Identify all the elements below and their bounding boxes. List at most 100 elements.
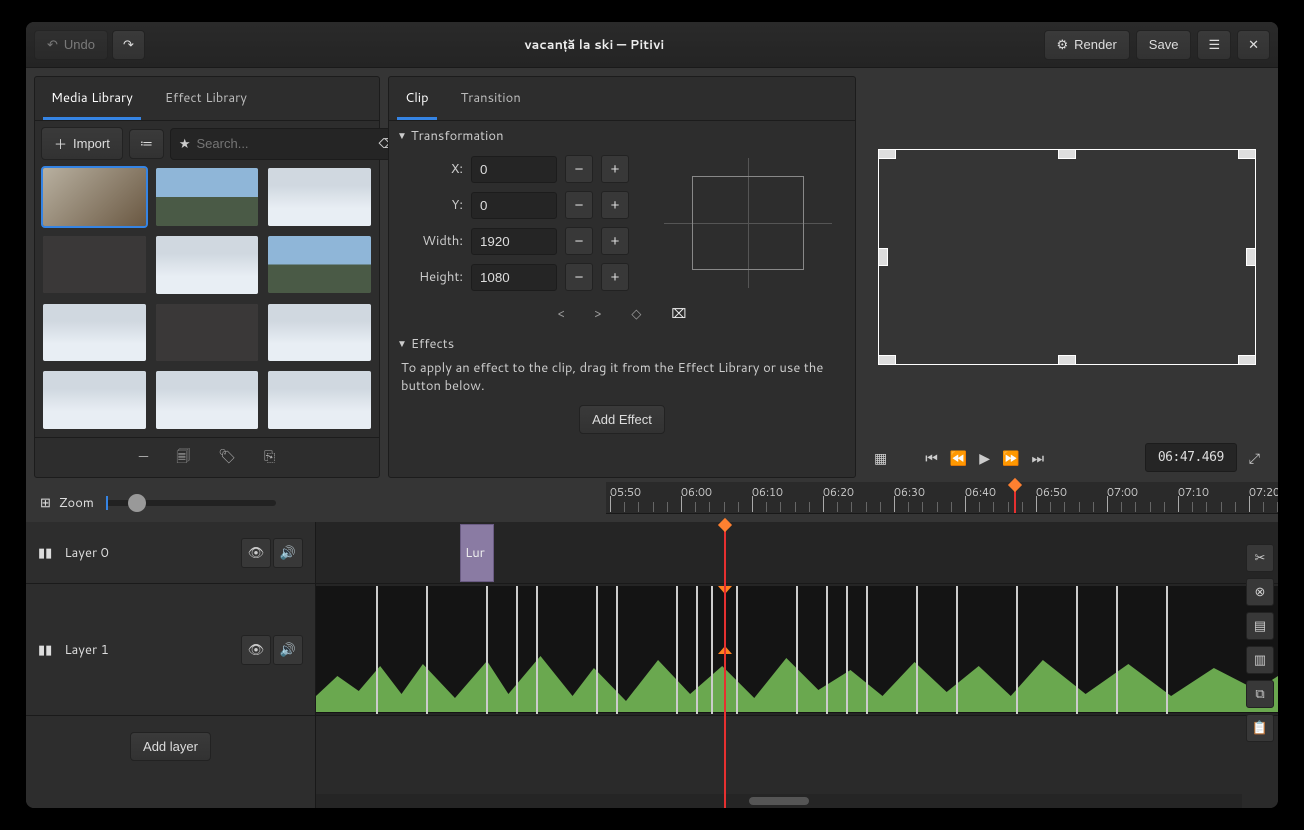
add-layer-button[interactable]: Add layer xyxy=(130,732,211,761)
timeline-scrollbar[interactable] xyxy=(316,794,1242,808)
layer-header-0[interactable]: ▮▮ Layer 0 👁 🔊 xyxy=(26,522,315,584)
group-tool-icon[interactable]: ▤ xyxy=(1246,612,1274,640)
input-x[interactable] xyxy=(471,156,557,183)
layer-header-1[interactable]: ▮▮ Layer 1 👁 🔊 xyxy=(26,584,315,716)
playhead[interactable] xyxy=(1014,482,1016,513)
input-height[interactable] xyxy=(471,264,557,291)
h-increment[interactable]: + xyxy=(601,263,629,291)
ruler-label: 06:40 xyxy=(965,484,996,500)
skip-start-icon[interactable]: ⏮ xyxy=(925,448,938,468)
close-button[interactable]: ✕ xyxy=(1237,30,1270,60)
ungroup-tool-icon[interactable]: ▥ xyxy=(1246,646,1274,674)
tab-transition[interactable]: Transition xyxy=(453,81,529,120)
media-thumb[interactable] xyxy=(268,304,371,362)
media-thumb[interactable] xyxy=(156,236,259,294)
tab-media-library[interactable]: Media Library xyxy=(43,81,141,120)
hamburger-icon: ☰ xyxy=(1208,37,1220,53)
keyframe-diamond-icon[interactable]: ◇ xyxy=(631,305,641,323)
layer-handle-icon[interactable]: ▮▮ xyxy=(38,641,52,659)
media-thumb[interactable] xyxy=(43,371,146,429)
media-bottombar: — 🗐 🏷 ⎘ xyxy=(35,437,379,478)
layer1-audio-toggle[interactable]: 🔊 xyxy=(273,635,303,665)
media-thumb[interactable] xyxy=(43,168,146,226)
ruler-label: 07:20 xyxy=(1249,484,1278,500)
redo-button[interactable]: ↷ xyxy=(112,30,145,60)
prev-keyframe-icon[interactable]: < xyxy=(558,305,565,323)
hamburger-menu-button[interactable]: ☰ xyxy=(1197,30,1231,60)
view-toggle-button[interactable]: ≔ xyxy=(129,129,164,159)
preview-controls: ▦ ⏮ ⏪ ▶ ⏩ ⏭ 06:47.469 ⤢ xyxy=(864,437,1270,478)
forward-icon[interactable]: ⏩ xyxy=(1002,448,1019,468)
undo-button[interactable]: ↶ Undo xyxy=(34,30,108,60)
import-button[interactable]: ＋ Import xyxy=(41,127,123,160)
zoom-slider-handle[interactable] xyxy=(128,494,146,512)
media-thumb[interactable] xyxy=(268,236,371,294)
ruler-label: 07:10 xyxy=(1178,484,1209,500)
section-effects[interactable]: ▼ Effects xyxy=(389,329,855,355)
playhead-line[interactable] xyxy=(724,522,726,808)
delete-tool-icon[interactable]: ⊗ xyxy=(1246,578,1274,606)
y-increment[interactable]: + xyxy=(601,191,629,219)
import-label: Import xyxy=(73,136,110,151)
render-button[interactable]: ⚙ Render xyxy=(1044,30,1130,60)
media-thumb[interactable] xyxy=(268,168,371,226)
input-y[interactable] xyxy=(471,192,557,219)
w-decrement[interactable]: − xyxy=(565,227,593,255)
media-thumb[interactable] xyxy=(43,236,146,294)
ruler-label: 06:50 xyxy=(1036,484,1067,500)
detach-icon[interactable]: ⤢ xyxy=(1249,448,1260,468)
layer-handle-icon[interactable]: ▮▮ xyxy=(38,544,52,562)
reset-icon[interactable]: ⌧ xyxy=(671,305,686,323)
transform-preview[interactable] xyxy=(663,157,833,289)
rewind-icon[interactable]: ⏪ xyxy=(950,448,967,468)
close-icon: ✕ xyxy=(1248,37,1259,53)
layer0-audio-toggle[interactable]: 🔊 xyxy=(273,538,303,568)
w-increment[interactable]: + xyxy=(601,227,629,255)
section-transformation[interactable]: ▼ Transformation xyxy=(389,121,855,147)
y-decrement[interactable]: − xyxy=(565,191,593,219)
zoom-slider[interactable] xyxy=(106,500,276,506)
h-decrement[interactable]: − xyxy=(565,263,593,291)
timecode-display[interactable]: 06:47.469 xyxy=(1145,443,1237,472)
grid-icon[interactable]: ▦ xyxy=(874,448,887,468)
ruler-label: 06:00 xyxy=(681,484,712,500)
search-field[interactable]: ★ ⌫ xyxy=(170,128,406,160)
save-button[interactable]: Save xyxy=(1136,30,1192,60)
timeline-ruler[interactable]: 05:5006:0006:1006:2006:3006:4006:5007:00… xyxy=(606,482,1278,514)
clip-lur[interactable]: Lur xyxy=(460,524,494,582)
insert-icon[interactable]: ⎘ xyxy=(264,446,275,470)
label-height: Height: xyxy=(413,268,463,286)
redo-icon: ↷ xyxy=(123,37,134,53)
media-thumb[interactable] xyxy=(156,304,259,362)
preview-viewport[interactable] xyxy=(878,149,1256,365)
media-thumbnails xyxy=(35,166,379,437)
media-thumb[interactable] xyxy=(43,304,146,362)
cut-tool-icon[interactable]: ✂ xyxy=(1246,544,1274,572)
tab-effect-library[interactable]: Effect Library xyxy=(157,81,255,120)
x-decrement[interactable]: − xyxy=(565,155,593,183)
ruler-label: 06:30 xyxy=(894,484,925,500)
add-effect-button[interactable]: Add Effect xyxy=(579,405,665,434)
timeline-tracks[interactable]: Lur xyxy=(316,522,1278,808)
x-increment[interactable]: + xyxy=(601,155,629,183)
layer0-visibility-toggle[interactable]: 👁 xyxy=(241,538,271,568)
layer1-visibility-toggle[interactable]: 👁 xyxy=(241,635,271,665)
tab-clip[interactable]: Clip xyxy=(397,81,437,120)
next-keyframe-icon[interactable]: > xyxy=(595,305,602,323)
play-icon[interactable]: ▶ xyxy=(979,448,990,468)
copy-tool-icon[interactable]: ⧉ xyxy=(1246,680,1274,708)
track-layer0[interactable]: Lur xyxy=(316,522,1278,584)
clip-properties-icon[interactable]: 🗐 xyxy=(176,446,190,470)
layer0-name: Layer 0 xyxy=(64,544,109,562)
titlebar: ↶ Undo ↷ vacanță la ski — Pitivi ⚙ Rende… xyxy=(26,22,1278,68)
input-width[interactable] xyxy=(471,228,557,255)
tag-icon[interactable]: 🏷 xyxy=(218,446,236,470)
scrollbar-thumb[interactable] xyxy=(749,797,809,805)
media-thumb[interactable] xyxy=(156,168,259,226)
skip-end-icon[interactable]: ⏭ xyxy=(1032,448,1045,468)
remove-icon[interactable]: — xyxy=(139,446,148,470)
paste-tool-icon[interactable]: 📋 xyxy=(1246,714,1274,742)
media-thumb[interactable] xyxy=(268,371,371,429)
search-input[interactable] xyxy=(197,136,373,151)
media-thumb[interactable] xyxy=(156,371,259,429)
